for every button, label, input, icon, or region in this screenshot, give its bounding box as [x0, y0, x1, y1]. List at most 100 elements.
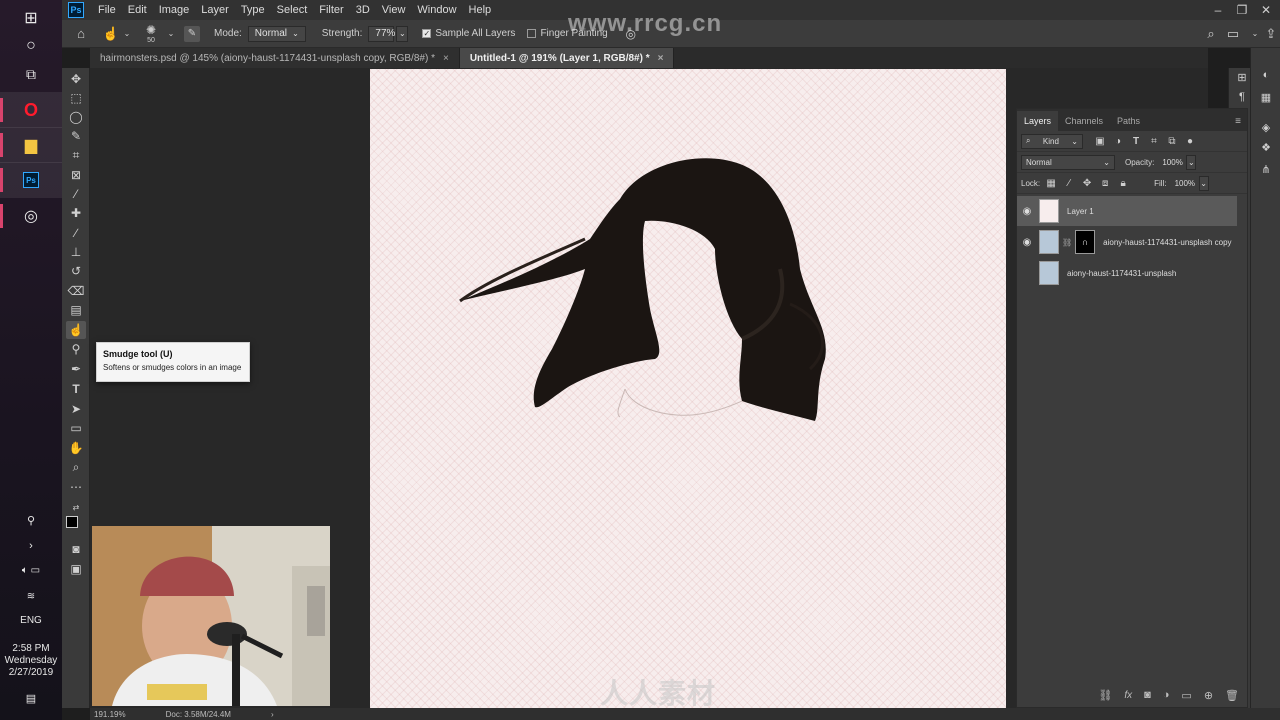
photoshop-icon[interactable]: Ps: [0, 162, 62, 198]
tab-channels[interactable]: Channels: [1058, 111, 1110, 131]
clock-time[interactable]: 2:58 PM: [0, 643, 62, 655]
paragraph-panel-icon[interactable]: ¶: [1233, 88, 1251, 106]
opacity-slider-toggle[interactable]: ⌄: [1186, 154, 1197, 170]
filter-kind-select[interactable]: ⌕ Kind ⌄: [1021, 133, 1083, 149]
menu-select[interactable]: Select: [271, 0, 314, 20]
workspace-icon[interactable]: ▭: [1222, 23, 1244, 45]
close-icon[interactable]: ×: [443, 53, 449, 64]
filter-toggle-icon[interactable]: ●: [1183, 134, 1197, 148]
brush-size-picker[interactable]: ✺ 50: [136, 22, 166, 46]
menu-filter[interactable]: Filter: [313, 0, 349, 20]
clone-stamp-tool-icon[interactable]: ⊥: [66, 243, 86, 261]
chevron-right-icon[interactable]: ›: [0, 534, 62, 558]
history-brush-tool-icon[interactable]: ↺: [66, 262, 86, 280]
zoom-tool-icon[interactable]: ⌕: [66, 458, 86, 476]
adjustment-icon[interactable]: ◑: [1163, 689, 1170, 701]
menu-type[interactable]: Type: [235, 0, 271, 20]
smudge-tool-icon[interactable]: ☝: [66, 321, 86, 339]
lock-position-icon[interactable]: ✥: [1080, 176, 1094, 190]
opera-icon[interactable]: O: [0, 92, 62, 128]
close-icon[interactable]: ✕: [1254, 0, 1278, 20]
filter-smart-object-icon[interactable]: ⧉: [1165, 134, 1179, 148]
menu-file[interactable]: File: [92, 0, 122, 20]
menu-edit[interactable]: Edit: [122, 0, 153, 20]
crop-tool-icon[interactable]: ⌗: [66, 146, 86, 164]
restore-icon[interactable]: ❐: [1230, 0, 1254, 20]
filter-type-icon[interactable]: T: [1129, 134, 1143, 148]
foreground-color-swatch[interactable]: [66, 516, 78, 528]
swap-colors-icon[interactable]: ⇄: [66, 498, 86, 516]
search-icon[interactable]: ⌕: [1200, 23, 1222, 45]
screen-mode-icon[interactable]: ▣: [66, 560, 86, 578]
menu-layer[interactable]: Layer: [195, 0, 235, 20]
rectangle-tool-icon[interactable]: ▭: [66, 419, 86, 437]
healing-brush-tool-icon[interactable]: ✚: [66, 204, 86, 222]
layer-row[interactable]: ◉ ⛓ ∩ aiony-haust-1174431-unsplash copy: [1017, 227, 1237, 257]
fx-icon[interactable]: fx: [1124, 690, 1132, 701]
volume-icon[interactable]: 🔈︎ ▭: [0, 558, 62, 582]
notification-icon[interactable]: ▤: [0, 686, 62, 710]
libraries-panel-icon[interactable]: ❖: [1257, 138, 1275, 156]
folder-icon[interactable]: ▭: [1181, 689, 1191, 702]
link-icon[interactable]: ⛓: [1098, 689, 1112, 702]
visibility-eye-icon[interactable]: ◉: [1017, 237, 1037, 248]
quick-mask-icon[interactable]: ◙: [66, 540, 86, 558]
new-layer-icon[interactable]: ⊕: [1204, 689, 1213, 702]
menu-help[interactable]: Help: [463, 0, 498, 20]
type-tool-icon[interactable]: T: [66, 380, 86, 398]
brush-settings-icon[interactable]: ✎: [184, 25, 200, 42]
language-indicator[interactable]: ENG: [0, 615, 62, 627]
tab-paths[interactable]: Paths: [1110, 111, 1147, 131]
history-panel-icon[interactable]: ⊞: [1233, 68, 1251, 86]
menu-3d[interactable]: 3D: [350, 0, 376, 20]
paths-panel-icon[interactable]: ⋔: [1257, 160, 1275, 178]
eraser-tool-icon[interactable]: ⌫: [66, 282, 86, 300]
layers-panel-icon[interactable]: ◈: [1257, 118, 1275, 136]
menu-image[interactable]: Image: [153, 0, 196, 20]
app-icon[interactable]: ◎: [0, 198, 62, 234]
trash-icon[interactable]: 🗑︎: [1225, 689, 1239, 702]
share-icon[interactable]: ⇪: [1260, 23, 1280, 45]
home-icon[interactable]: ⌂: [70, 23, 92, 45]
gradient-tool-icon[interactable]: ▤: [66, 301, 86, 319]
zoom-level[interactable]: 191.19%: [94, 710, 126, 719]
menu-view[interactable]: View: [376, 0, 412, 20]
strength-field[interactable]: 77%: [368, 25, 395, 42]
quick-select-tool-icon[interactable]: ✎: [66, 127, 86, 145]
pen-tool-icon[interactable]: ✒: [66, 360, 86, 378]
task-view-icon[interactable]: ⧉: [0, 56, 62, 92]
chevron-down-icon[interactable]: ⌄: [166, 23, 176, 45]
tab-hairmonsters[interactable]: hairmonsters.psd @ 145% (aiony-haust-117…: [90, 48, 460, 68]
move-tool-icon[interactable]: ✥: [66, 70, 86, 88]
blend-mode-select[interactable]: Normal ⌄: [1021, 154, 1115, 170]
lasso-tool-icon[interactable]: ◯: [66, 108, 86, 126]
lock-transparent-icon[interactable]: ▦: [1044, 176, 1058, 190]
lock-all-icon[interactable]: 🔒︎: [1116, 176, 1130, 190]
file-explorer-icon[interactable]: ▆: [0, 127, 62, 163]
opacity-field[interactable]: 100%: [1158, 155, 1186, 170]
filter-adjustment-icon[interactable]: ◑: [1111, 134, 1125, 148]
layer-row[interactable]: ◉ Layer 1: [1017, 196, 1237, 226]
lock-pixels-icon[interactable]: ∕: [1062, 176, 1076, 190]
mask-icon[interactable]: ◙: [1144, 689, 1151, 701]
tab-untitled-1[interactable]: Untitled-1 @ 191% (Layer 1, RGB/8#) * ×: [459, 48, 675, 68]
layer-row[interactable]: aiony-haust-1174431-unsplash: [1017, 258, 1237, 288]
frame-tool-icon[interactable]: ⊠: [66, 166, 86, 184]
lock-artboard-icon[interactable]: ⧈: [1098, 176, 1112, 190]
filter-shape-icon[interactable]: ⌗: [1147, 134, 1161, 148]
visibility-eye-icon[interactable]: ◉: [1017, 206, 1037, 217]
sample-all-layers-checkbox[interactable]: ✓: [422, 29, 432, 38]
marquee-tool-icon[interactable]: ⬚: [66, 89, 86, 107]
more-tools-icon[interactable]: ⋯: [66, 478, 86, 496]
filter-pixel-icon[interactable]: ▣: [1093, 134, 1107, 148]
chevron-down-icon[interactable]: ⌄: [122, 23, 132, 45]
panel-menu-icon[interactable]: ≡: [1229, 111, 1247, 131]
mode-select[interactable]: Normal ⌄: [247, 25, 306, 42]
chevron-right-icon[interactable]: ›: [271, 710, 274, 719]
minimize-icon[interactable]: –: [1206, 0, 1230, 20]
finger-painting-checkbox[interactable]: [527, 29, 537, 38]
tab-layers[interactable]: Layers: [1017, 111, 1059, 131]
color-panel-icon[interactable]: ◐: [1257, 66, 1275, 84]
path-selection-tool-icon[interactable]: ➤: [66, 400, 86, 418]
hand-tool-icon[interactable]: ✋: [66, 439, 86, 457]
